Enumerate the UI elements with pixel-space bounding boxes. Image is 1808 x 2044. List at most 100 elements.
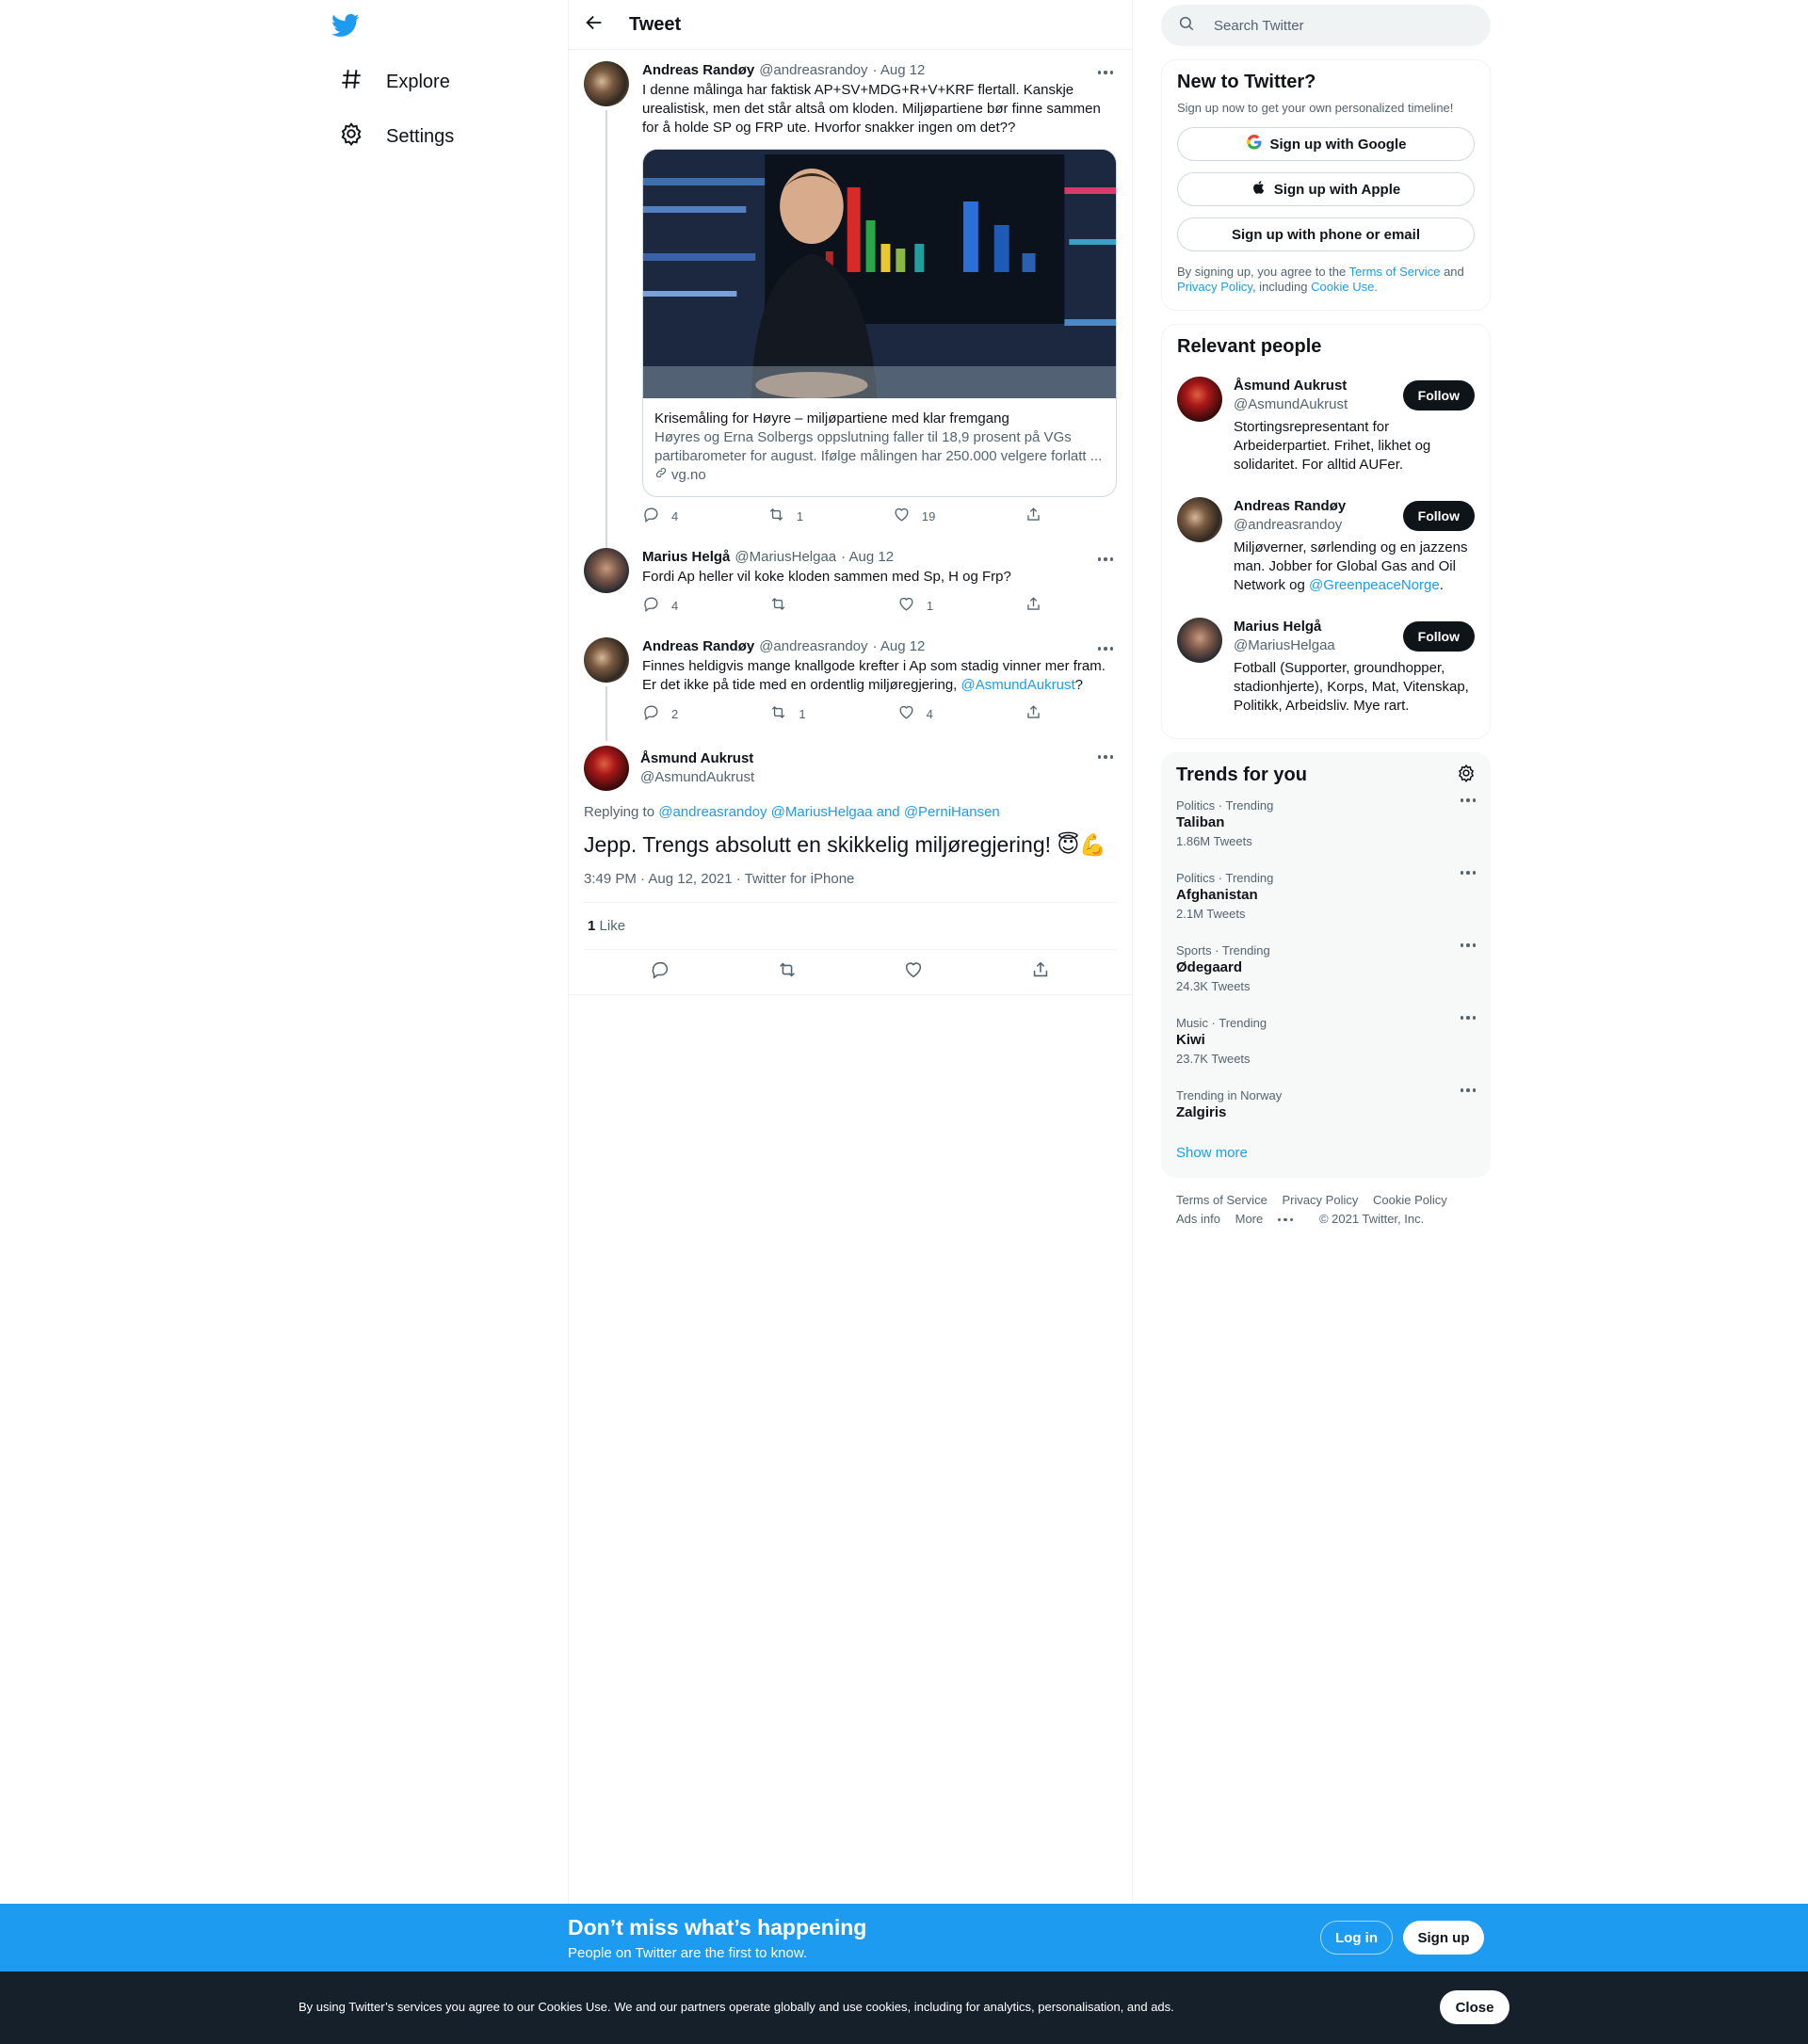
trend-item[interactable]: Politics · Trending Afghanistan 2.1M Twe… [1176,860,1476,932]
author-handle[interactable]: @andreasrandoy [759,637,867,656]
search-input[interactable]: Search Twitter [1214,18,1304,34]
author-name[interactable]: Marius Helgå [642,548,730,567]
avatar[interactable] [1177,377,1222,422]
show-more-link[interactable]: Show more [1176,1145,1248,1161]
like-button[interactable]: 4 [897,704,933,723]
signup-button[interactable]: Sign up [1403,1921,1484,1955]
reply-button[interactable]: 4 [642,596,678,615]
search-box[interactable]: Search Twitter [1161,5,1491,46]
person-bio-end: . [1439,577,1444,593]
tweet-date[interactable]: · Aug 12 [841,548,894,567]
share-icon[interactable] [1030,959,1051,985]
author-name[interactable]: Åsmund Aukrust [640,749,754,768]
twitter-bird-icon[interactable] [331,11,363,43]
page-title: Tweet [629,13,682,35]
follow-button[interactable]: Follow [1402,621,1475,652]
signup-apple-button[interactable]: Sign up with Apple [1177,172,1475,206]
person-row[interactable]: Marius Helgå @MariusHelgaa Fotball (Supp… [1177,606,1475,727]
more-icon[interactable] [1460,871,1476,875]
avatar[interactable] [584,637,629,683]
more-icon[interactable] [1094,637,1117,660]
reply-icon[interactable] [650,959,670,985]
replying-to-link[interactable]: @andreasrandoy @MariusHelgaa and @PerniH… [658,804,1000,820]
trend-item[interactable]: Politics · Trending Taliban 1.86M Tweets [1176,787,1476,860]
signup-google-button[interactable]: Sign up with Google [1177,127,1475,161]
signup-phone-button[interactable]: Sign up with phone or email [1177,217,1475,251]
more-icon[interactable] [1460,798,1476,802]
tweet-text: Jepp. Trengs absolutt en skikkelig miljø… [584,832,1107,857]
tweet-date[interactable]: · Aug 12 [873,61,926,80]
nav-explore[interactable]: Explore [330,56,460,108]
close-button[interactable]: Close [1440,1990,1509,2024]
share-button[interactable] [1025,507,1042,525]
back-arrow-icon[interactable] [584,12,605,38]
bio-mention-link[interactable]: @GreenpeaceNorge [1309,577,1440,593]
more-icon[interactable] [1094,548,1117,571]
retweet-icon[interactable] [777,959,798,985]
footer-privacy[interactable]: Privacy Policy [1282,1193,1358,1207]
person-row[interactable]: Åsmund Aukrust @AsmundAukrust Stortingsr… [1177,365,1475,486]
author-name[interactable]: Andreas Randøy [642,637,754,656]
more-icon[interactable] [1094,746,1117,768]
author-handle[interactable]: @andreasrandoy [759,61,867,80]
like-button[interactable]: 19 [893,507,935,525]
follow-button[interactable]: Follow [1402,380,1475,410]
follow-button[interactable]: Follow [1402,501,1475,531]
login-button[interactable]: Log in [1320,1921,1393,1955]
trend-item[interactable]: Trending in Norway Zalgiris [1176,1077,1476,1132]
avatar[interactable] [584,746,629,791]
footer-ads[interactable]: Ads info [1176,1212,1220,1226]
heart-icon[interactable] [903,959,924,985]
tos-link[interactable]: Terms of Service [1349,265,1441,279]
trend-count: 2.1M Tweets [1176,907,1246,921]
reply-button[interactable]: 4 [642,507,678,525]
share-button[interactable] [1025,596,1042,615]
page-header: Tweet [569,0,1132,50]
trend-item[interactable]: Sports · Trending Ødegaard 24.3K Tweets [1176,932,1476,1005]
tweet-card[interactable]: Marius Helgå @MariusHelgaa · Aug 12 Ford… [569,537,1132,615]
reply-button[interactable]: 2 [642,704,678,723]
trend-item[interactable]: Music · Trending Kiwi 23.7K Tweets [1176,1005,1476,1077]
avatar[interactable] [584,61,629,106]
gear-icon[interactable] [1457,764,1476,787]
like-summary[interactable]: 1 Like [584,903,1117,950]
retweet-button[interactable]: 1 [767,507,803,525]
author-name[interactable]: Andreas Randøy [642,61,754,80]
footer-more[interactable]: More [1235,1212,1305,1226]
reply-count: 2 [671,706,679,721]
footer-cookie[interactable]: Cookie Policy [1373,1193,1447,1207]
tweet-date[interactable]: · Aug 12 [873,637,926,656]
banner-subtitle: People on Twitter are the first to know. [568,1945,808,1961]
author-handle[interactable]: @AsmundAukrust [640,768,754,787]
privacy-link[interactable]: Privacy Policy [1177,280,1252,294]
more-icon[interactable] [1094,61,1117,84]
retweet-icon [769,703,787,724]
search-icon [1178,15,1195,36]
avatar[interactable] [584,548,629,593]
tweet-card[interactable]: Andreas Randøy @andreasrandoy · Aug 12 I… [569,50,1132,562]
cookie-link[interactable]: Cookie Use. [1311,280,1378,294]
more-icon[interactable] [1460,1088,1476,1092]
tweet-card[interactable]: Andreas Randøy @andreasrandoy · Aug 12 F… [569,626,1132,741]
person-row[interactable]: Andreas Randøy @andreasrandoy Miljøverne… [1177,486,1475,606]
like-button[interactable]: 1 [897,596,933,615]
tweet-meta[interactable]: 3:49 PM · Aug 12, 2021 · Twitter for iPh… [584,871,1117,903]
relevant-people-panel: Relevant people Åsmund Aukrust @AsmundAu… [1161,324,1491,739]
panel-title: New to Twitter? [1177,72,1316,92]
link-card[interactable]: Krisemåling for Høyre – miljøpartiene me… [642,149,1117,497]
footer-copyright: © 2021 Twitter, Inc. [1318,1212,1425,1226]
more-icon[interactable] [1460,943,1476,947]
retweet-button[interactable] [769,596,806,615]
footer-tos[interactable]: Terms of Service [1176,1193,1267,1207]
focused-tweet-actions [569,950,1132,995]
person-bio: Fotball (Supporter, groundhopper, stadio… [1234,660,1469,714]
mention-link[interactable]: @AsmundAukrust [961,677,1075,693]
more-icon[interactable] [1460,1016,1476,1020]
share-button[interactable] [1025,704,1042,723]
author-handle[interactable]: @MariusHelgaa [734,548,836,567]
avatar[interactable] [1177,497,1222,542]
retweet-button[interactable]: 1 [769,703,806,724]
nav-settings[interactable]: Settings [330,110,463,163]
footer-links: Terms of Service Privacy Policy Cookie P… [1161,1178,1491,1242]
avatar[interactable] [1177,618,1222,663]
